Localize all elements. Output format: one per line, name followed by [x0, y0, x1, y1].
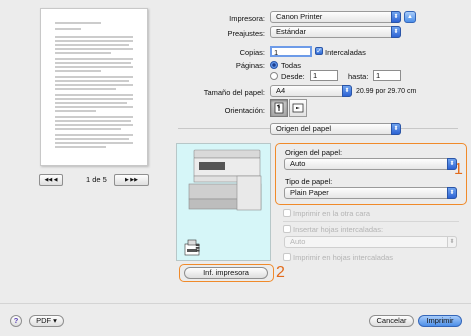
paper-type-select[interactable]: Plain Paper ⬍: [284, 187, 457, 199]
print-on-sheets-checkbox[interactable]: [283, 253, 291, 261]
paper-source-value: Auto: [290, 159, 306, 168]
landscape-icon: [292, 103, 304, 113]
insert-sheets-checkbox[interactable]: [283, 225, 291, 233]
paper-source-label: Origen del papel:: [285, 148, 343, 157]
popup-arrows-icon: ⬍: [391, 11, 401, 23]
popup-arrows-icon: ⬍: [447, 236, 457, 248]
pages-all-label: Todas: [281, 61, 302, 70]
preview-page-indicator: 1 de 5: [86, 175, 107, 184]
printer-info-button[interactable]: Inf. impresora: [184, 267, 268, 279]
insert-sheets-label: Insertar hojas intercaladas:: [293, 225, 384, 234]
preview-next-button[interactable]: ▶ ▶▶: [114, 174, 149, 186]
pages-from-label: Desde:: [281, 72, 305, 81]
popup-arrows-icon: ⬍: [447, 158, 457, 170]
pages-from-input[interactable]: 1: [310, 70, 338, 81]
pages-label: Páginas:: [235, 61, 265, 70]
callout-number-2: 2: [276, 264, 285, 281]
duplex-checkbox[interactable]: [283, 209, 291, 217]
section-value: Origen del papel: [276, 124, 332, 133]
section-select[interactable]: Origen del papel ⬍: [270, 123, 401, 135]
help-button[interactable]: ?: [10, 315, 22, 327]
duplex-label: Imprimir en la otra cara: [293, 209, 371, 218]
copies-label: Copias:: [239, 48, 265, 57]
paper-size-value: A4: [276, 86, 286, 95]
orientation-label: Orientación:: [224, 106, 265, 115]
paper-size-select[interactable]: A4 ⬍: [270, 85, 352, 97]
collate-label: Intercaladas: [325, 48, 366, 57]
collate-checkbox[interactable]: ✓: [315, 47, 323, 55]
printer-illustration-icon: ▮▮▮: [184, 149, 262, 256]
popup-arrows-icon: ⬍: [447, 187, 457, 199]
paper-type-value: Plain Paper: [290, 188, 329, 197]
print-on-sheets-label: Imprimir en hojas intercaladas: [293, 253, 394, 262]
expand-details-button[interactable]: ▲: [404, 11, 416, 23]
popup-arrows-icon: ⬍: [391, 123, 401, 135]
insert-sheets-select[interactable]: Auto ⬍: [284, 236, 457, 248]
orientation-landscape-button[interactable]: [289, 99, 307, 117]
paper-size-label: Tamaño del papel:: [203, 88, 265, 97]
footer-divider: [0, 303, 471, 304]
options-divider: [283, 221, 459, 222]
pages-to-input[interactable]: 1: [373, 70, 401, 81]
presets-select[interactable]: Estándar ⬍: [270, 26, 401, 38]
popup-arrows-icon: ⬍: [391, 26, 401, 38]
presets-value: Estándar: [276, 27, 307, 36]
paper-type-label: Tipo de papel:: [285, 177, 333, 186]
printer-image-panel: ▮▮▮: [176, 143, 271, 261]
copies-input[interactable]: 1: [270, 46, 312, 57]
preview-page-lines: [55, 22, 133, 148]
paper-source-select[interactable]: Auto ⬍: [284, 158, 457, 170]
popup-arrows-icon: ⬍: [342, 85, 352, 97]
printer-value: Canon Printer: [276, 12, 323, 21]
cancel-button[interactable]: Cancelar: [369, 315, 414, 327]
paper-dimensions: 20.99 por 29.70 cm: [356, 88, 417, 95]
portrait-icon: [274, 102, 284, 114]
pages-to-label: hasta:: [348, 72, 369, 81]
svg-text:▮▮▮: ▮▮▮: [195, 243, 201, 252]
preview-prev-button[interactable]: ◀◀ ◀: [39, 174, 63, 186]
pages-all-radio[interactable]: [270, 61, 278, 69]
printer-select[interactable]: Canon Printer ⬍: [270, 11, 401, 23]
presets-label: Preajustes:: [227, 29, 265, 38]
insert-sheets-value: Auto: [290, 237, 306, 246]
document-preview: [40, 8, 148, 166]
printer-label: Impresora:: [229, 14, 265, 23]
pdf-button[interactable]: PDF ▾: [29, 315, 64, 327]
pages-from-radio[interactable]: [270, 72, 278, 80]
orientation-portrait-button[interactable]: [270, 99, 288, 117]
print-button[interactable]: Imprimir: [418, 315, 462, 327]
